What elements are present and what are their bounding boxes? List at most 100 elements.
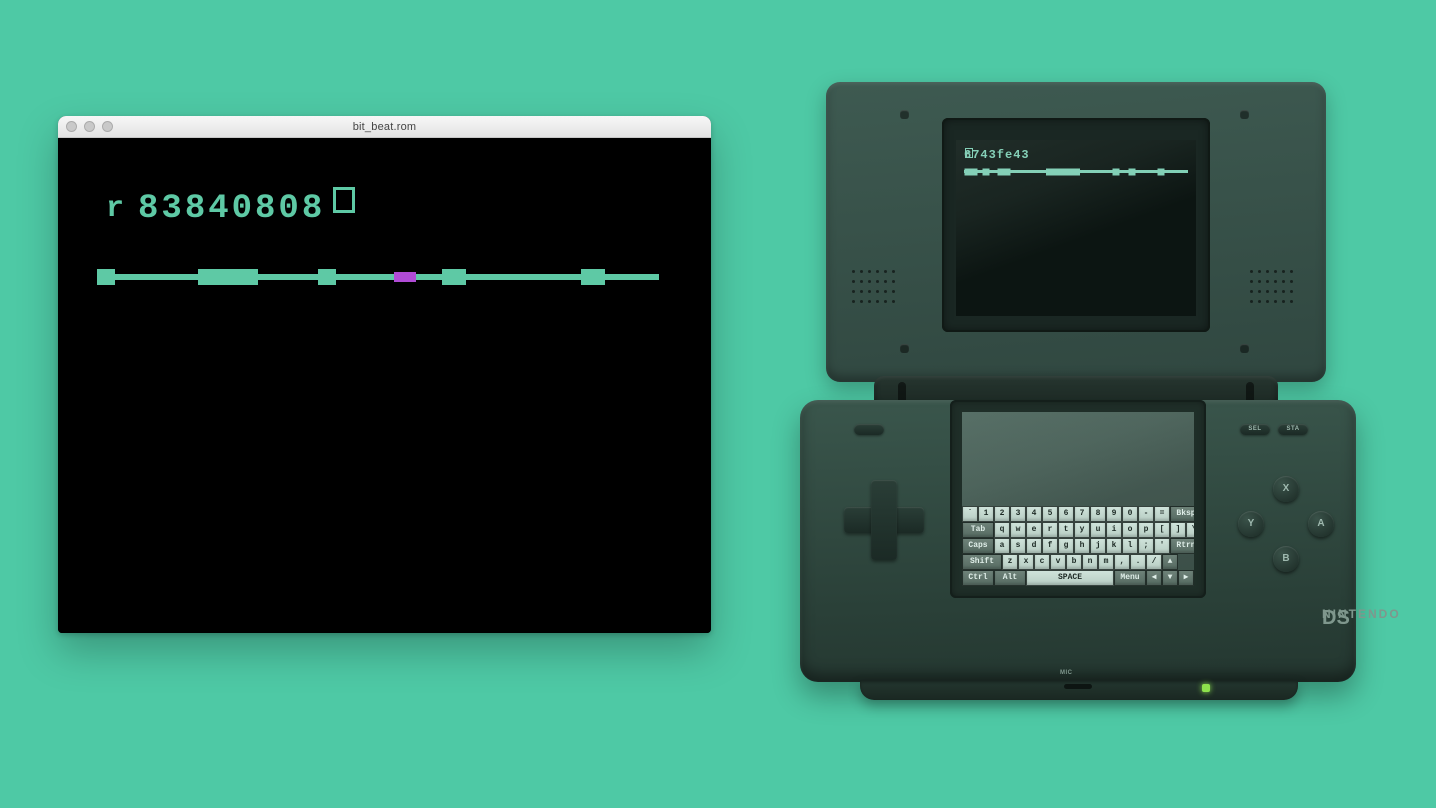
key-[interactable]: \: [1186, 522, 1194, 538]
key-[interactable]: ▲: [1162, 554, 1178, 570]
key-t[interactable]: t: [1058, 522, 1074, 538]
key-[interactable]: [: [1154, 522, 1170, 538]
key-c[interactable]: c: [1034, 554, 1050, 570]
key-h[interactable]: h: [1074, 538, 1090, 554]
key-[interactable]: =: [1154, 506, 1170, 522]
close-icon[interactable]: [66, 121, 77, 132]
key-l[interactable]: l: [1122, 538, 1138, 554]
key-m[interactable]: m: [1098, 554, 1114, 570]
key-alt[interactable]: Alt: [994, 570, 1026, 586]
key-[interactable]: ▶: [1178, 570, 1194, 586]
ds-touch-screen[interactable]: `1234567890-=Bksp Tabqwertyuiop[]\ Capsasd…: [962, 412, 1194, 586]
dpad-down-button[interactable]: [871, 534, 897, 560]
zoom-icon[interactable]: [102, 121, 113, 132]
a-button[interactable]: A: [1308, 511, 1334, 537]
key-s[interactable]: s: [1010, 538, 1026, 554]
dpad-up-button[interactable]: [871, 480, 897, 506]
key-1[interactable]: 1: [978, 506, 994, 522]
key-[interactable]: -: [1138, 506, 1154, 522]
dpad-right-button[interactable]: [898, 507, 924, 533]
key-e[interactable]: e: [1026, 522, 1042, 538]
key-b[interactable]: b: [1066, 554, 1082, 570]
key-u[interactable]: u: [1090, 522, 1106, 538]
readout-value: 83840808: [138, 190, 325, 228]
key-f[interactable]: f: [1042, 538, 1058, 554]
beat-node[interactable]: [198, 269, 258, 285]
y-button[interactable]: Y: [1238, 511, 1264, 537]
minimize-icon[interactable]: [84, 121, 95, 132]
key-k[interactable]: k: [1106, 538, 1122, 554]
playhead-marker[interactable]: [394, 272, 416, 282]
volume-slider[interactable]: [854, 424, 884, 435]
key-[interactable]: ,: [1114, 554, 1130, 570]
beat-node[interactable]: [581, 269, 605, 285]
window-titlebar[interactable]: bit_beat.rom: [58, 116, 711, 138]
key-d[interactable]: d: [1026, 538, 1042, 554]
speaker-grille-icon: [852, 270, 900, 310]
key-a[interactable]: a: [994, 538, 1010, 554]
key-j[interactable]: j: [1090, 538, 1106, 554]
key-rtrn[interactable]: Rtrn: [1170, 538, 1194, 554]
key-y[interactable]: y: [1074, 522, 1090, 538]
power-led-icon: [1202, 684, 1210, 692]
key-2[interactable]: 2: [994, 506, 1010, 522]
key-caps[interactable]: Caps: [962, 538, 994, 554]
key-4[interactable]: 4: [1026, 506, 1042, 522]
key-9[interactable]: 9: [1106, 506, 1122, 522]
key-g[interactable]: g: [1058, 538, 1074, 554]
readout-prefix: r: [106, 192, 124, 226]
emulator-screen[interactable]: r 83840808: [58, 138, 711, 633]
key-3[interactable]: 3: [1010, 506, 1026, 522]
beat-track[interactable]: [106, 274, 659, 280]
beat-node: [1046, 168, 1080, 175]
b-button[interactable]: B: [1273, 546, 1299, 572]
key-z[interactable]: z: [1002, 554, 1018, 570]
key-n[interactable]: n: [1082, 554, 1098, 570]
key-p[interactable]: p: [1138, 522, 1154, 538]
brand-big: DS: [1322, 608, 1350, 628]
emulator-window: bit_beat.rom r 83840808: [58, 116, 711, 633]
start-button[interactable]: STA: [1278, 424, 1308, 435]
key-[interactable]: .: [1130, 554, 1146, 570]
nintendo-ds-device: r 6743fe43 SEL STA `1234567890-=BkspTabq…: [800, 82, 1356, 700]
key-space[interactable]: SPACE: [1026, 570, 1114, 586]
screw-icon: [1240, 344, 1249, 353]
key-6[interactable]: 6: [1058, 506, 1074, 522]
key-x[interactable]: x: [1018, 554, 1034, 570]
cursor-box-icon: [965, 148, 973, 158]
beat-node: [1129, 168, 1136, 175]
key-w[interactable]: w: [1010, 522, 1026, 538]
key-[interactable]: ]: [1170, 522, 1186, 538]
key-menu[interactable]: Menu: [1114, 570, 1146, 586]
key-[interactable]: /: [1146, 554, 1162, 570]
key-7[interactable]: 7: [1074, 506, 1090, 522]
key-8[interactable]: 8: [1090, 506, 1106, 522]
onscreen-keyboard: `1234567890-=Bksp Tabqwertyuiop[]\ Capsasd…: [962, 506, 1194, 586]
key-0[interactable]: 0: [1122, 506, 1138, 522]
key-[interactable]: ': [1154, 538, 1170, 554]
key-q[interactable]: q: [994, 522, 1010, 538]
dpad-left-button[interactable]: [844, 507, 870, 533]
beat-node[interactable]: [442, 269, 466, 285]
screw-icon: [900, 110, 909, 119]
beat-node[interactable]: [318, 269, 336, 285]
key-i[interactable]: i: [1106, 522, 1122, 538]
key-shift[interactable]: Shift: [962, 554, 1002, 570]
key-v[interactable]: v: [1050, 554, 1066, 570]
key-[interactable]: `: [962, 506, 978, 522]
key-[interactable]: ◀: [1146, 570, 1162, 586]
key-5[interactable]: 5: [1042, 506, 1058, 522]
key-bksp[interactable]: Bksp: [1170, 506, 1194, 522]
key-r[interactable]: r: [1042, 522, 1058, 538]
key-ctrl[interactable]: Ctrl: [962, 570, 994, 586]
x-button[interactable]: X: [1273, 476, 1299, 502]
key-[interactable]: ;: [1138, 538, 1154, 554]
beat-node: [998, 168, 1011, 175]
beat-node[interactable]: [97, 269, 115, 285]
key-[interactable]: ▼: [1162, 570, 1178, 586]
select-button[interactable]: SEL: [1240, 424, 1270, 435]
key-tab[interactable]: Tab: [962, 522, 994, 538]
beat-node: [983, 168, 990, 175]
key-o[interactable]: o: [1122, 522, 1138, 538]
screw-icon: [900, 344, 909, 353]
